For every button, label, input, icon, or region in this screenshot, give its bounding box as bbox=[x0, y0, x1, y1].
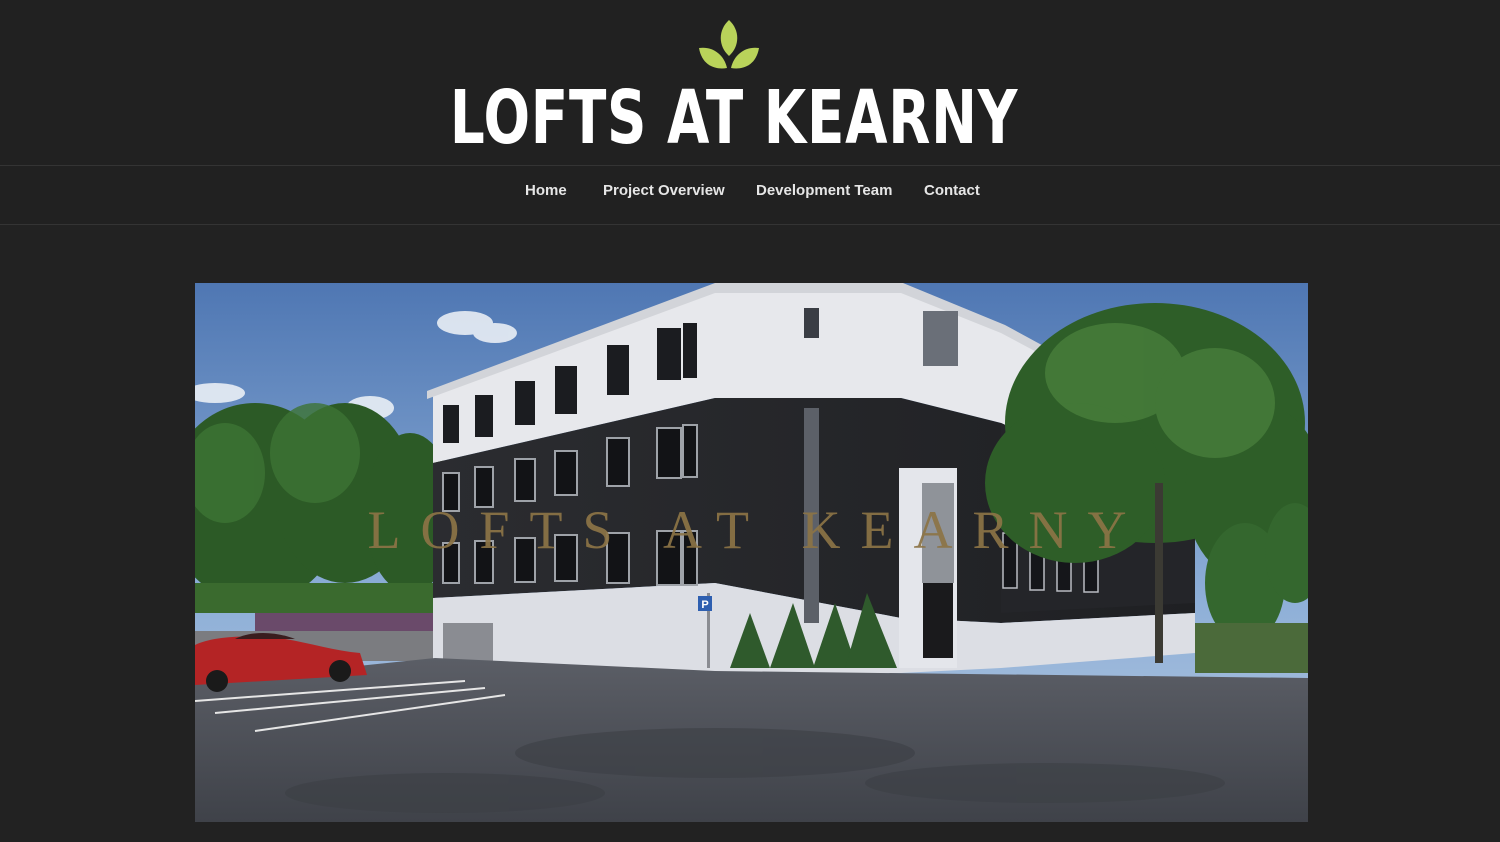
site-header: LOFTS AT KEARNY bbox=[0, 0, 1500, 165]
nav-item-project-overview[interactable]: Project Overview bbox=[603, 182, 725, 200]
leaf-sprout-icon[interactable] bbox=[696, 16, 762, 74]
nav-item-contact[interactable]: Contact bbox=[924, 182, 980, 200]
site-title: LOFTS AT KEARNY bbox=[449, 75, 1019, 161]
building-rendering: P bbox=[195, 283, 1308, 822]
site-title-link[interactable]: LOFTS AT KEARNY bbox=[0, 78, 1500, 158]
nav-item-home[interactable]: Home bbox=[525, 182, 567, 200]
hero-image: P bbox=[195, 283, 1308, 822]
main-navigation: Home Project Overview Development Team C… bbox=[0, 165, 1500, 225]
parking-sign: P bbox=[701, 599, 708, 611]
nav-menu: Home Project Overview Development Team C… bbox=[0, 166, 1500, 224]
nav-item-development-team[interactable]: Development Team bbox=[756, 182, 892, 200]
